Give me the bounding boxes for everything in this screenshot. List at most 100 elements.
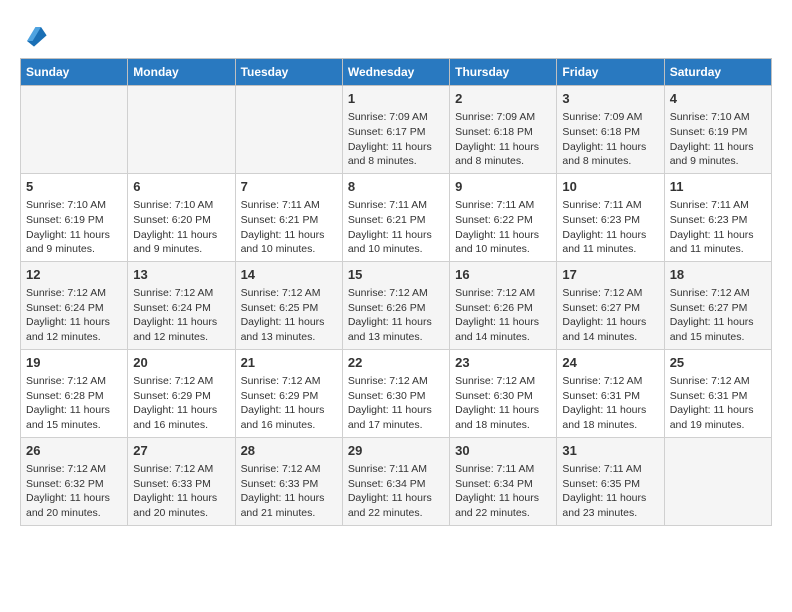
day-info: Sunrise: 7:12 AMSunset: 6:28 PMDaylight:… <box>26 374 122 433</box>
day-number: 13 <box>133 266 229 284</box>
day-number: 15 <box>348 266 444 284</box>
day-number: 16 <box>455 266 551 284</box>
day-info: Sunrise: 7:12 AMSunset: 6:29 PMDaylight:… <box>133 374 229 433</box>
day-info: Sunrise: 7:12 AMSunset: 6:33 PMDaylight:… <box>241 462 337 521</box>
weekday-header-saturday: Saturday <box>664 59 771 86</box>
day-number: 12 <box>26 266 122 284</box>
day-info: Sunrise: 7:11 AMSunset: 6:21 PMDaylight:… <box>348 198 444 257</box>
page-header <box>20 20 772 48</box>
day-number: 14 <box>241 266 337 284</box>
calendar-cell <box>21 86 128 174</box>
calendar-week-row: 12 Sunrise: 7:12 AMSunset: 6:24 PMDayligh… <box>21 261 772 349</box>
calendar-cell: 2Sunrise: 7:09 AMSunset: 6:18 PMDaylight… <box>450 86 557 174</box>
day-number: 9 <box>455 178 551 196</box>
calendar-cell: 13 Sunrise: 7:12 AMSunset: 6:24 PMDayligh… <box>128 261 235 349</box>
calendar-cell: 16 Sunrise: 7:12 AMSunset: 6:26 PMDayligh… <box>450 261 557 349</box>
calendar-cell: 1 Sunrise: 7:09 AMSunset: 6:17 PMDaylight… <box>342 86 449 174</box>
calendar-cell <box>664 437 771 525</box>
calendar-cell: 20 Sunrise: 7:12 AMSunset: 6:29 PMDayligh… <box>128 349 235 437</box>
day-number: 5 <box>26 178 122 196</box>
day-number: 10 <box>562 178 658 196</box>
day-number: 7 <box>241 178 337 196</box>
calendar-week-row: 5 Sunrise: 7:10 AMSunset: 6:19 PMDaylight… <box>21 173 772 261</box>
day-number: 17 <box>562 266 658 284</box>
day-number: 28 <box>241 442 337 460</box>
day-info: Sunrise: 7:11 AMSunset: 6:35 PMDaylight:… <box>562 462 658 521</box>
calendar-cell: 3 Sunrise: 7:09 AMSunset: 6:18 PMDaylight… <box>557 86 664 174</box>
calendar-cell: 6 Sunrise: 7:10 AMSunset: 6:20 PMDaylight… <box>128 173 235 261</box>
day-number: 1 <box>348 90 444 108</box>
calendar-cell: 7 Sunrise: 7:11 AMSunset: 6:21 PMDaylight… <box>235 173 342 261</box>
day-info: Sunrise: 7:11 AMSunset: 6:34 PMDaylight:… <box>455 462 551 521</box>
weekday-header-thursday: Thursday <box>450 59 557 86</box>
calendar-cell <box>235 86 342 174</box>
day-number: 19 <box>26 354 122 372</box>
weekday-header-monday: Monday <box>128 59 235 86</box>
day-number: 11 <box>670 178 766 196</box>
day-info: Sunrise: 7:12 AMSunset: 6:29 PMDaylight:… <box>241 374 337 433</box>
calendar-cell: 18 Sunrise: 7:12 AMSunset: 6:27 PMDayligh… <box>664 261 771 349</box>
calendar-week-row: 19 Sunrise: 7:12 AMSunset: 6:28 PMDayligh… <box>21 349 772 437</box>
calendar-cell: 17 Sunrise: 7:12 AMSunset: 6:27 PMDayligh… <box>557 261 664 349</box>
calendar-cell: 29 Sunrise: 7:11 AMSunset: 6:34 PMDayligh… <box>342 437 449 525</box>
day-number: 26 <box>26 442 122 460</box>
logo <box>20 20 50 48</box>
day-info: Sunrise: 7:12 AMSunset: 6:30 PMDaylight:… <box>455 374 551 433</box>
day-number: 27 <box>133 442 229 460</box>
day-number: 29 <box>348 442 444 460</box>
day-number: 2 <box>455 90 551 108</box>
calendar-cell: 15Sunrise: 7:12 AMSunset: 6:26 PMDayligh… <box>342 261 449 349</box>
calendar-cell <box>128 86 235 174</box>
logo-icon <box>20 20 48 48</box>
day-info: Sunrise: 7:12 AMSunset: 6:30 PMDaylight:… <box>348 374 444 433</box>
day-number: 30 <box>455 442 551 460</box>
calendar-week-row: 26 Sunrise: 7:12 AMSunset: 6:32 PMDayligh… <box>21 437 772 525</box>
day-info: Sunrise: 7:11 AMSunset: 6:21 PMDaylight:… <box>241 198 337 257</box>
calendar-cell: 8 Sunrise: 7:11 AMSunset: 6:21 PMDaylight… <box>342 173 449 261</box>
day-info: Sunrise: 7:11 AMSunset: 6:34 PMDaylight:… <box>348 462 444 521</box>
calendar-cell: 14 Sunrise: 7:12 AMSunset: 6:25 PMDayligh… <box>235 261 342 349</box>
calendar-cell: 11Sunrise: 7:11 AMSunset: 6:23 PMDayligh… <box>664 173 771 261</box>
day-number: 22 <box>348 354 444 372</box>
day-info: Sunrise: 7:10 AMSunset: 6:19 PMDaylight:… <box>26 198 122 257</box>
day-info: Sunrise: 7:12 AMSunset: 6:27 PMDaylight:… <box>670 286 766 345</box>
calendar-cell: 4Sunrise: 7:10 AMSunset: 6:19 PMDaylight… <box>664 86 771 174</box>
day-info: Sunrise: 7:12 AMSunset: 6:26 PMDaylight:… <box>455 286 551 345</box>
calendar-table: SundayMondayTuesdayWednesdayThursdayFrid… <box>20 58 772 526</box>
day-info: Sunrise: 7:12 AMSunset: 6:27 PMDaylight:… <box>562 286 658 345</box>
calendar-cell: 9 Sunrise: 7:11 AMSunset: 6:22 PMDaylight… <box>450 173 557 261</box>
day-number: 21 <box>241 354 337 372</box>
calendar-cell: 21 Sunrise: 7:12 AMSunset: 6:29 PMDayligh… <box>235 349 342 437</box>
day-info: Sunrise: 7:09 AMSunset: 6:18 PMDaylight:… <box>562 110 658 169</box>
day-info: Sunrise: 7:12 AMSunset: 6:31 PMDaylight:… <box>670 374 766 433</box>
day-info: Sunrise: 7:12 AMSunset: 6:32 PMDaylight:… <box>26 462 122 521</box>
day-info: Sunrise: 7:12 AMSunset: 6:25 PMDaylight:… <box>241 286 337 345</box>
day-number: 20 <box>133 354 229 372</box>
day-info: Sunrise: 7:12 AMSunset: 6:31 PMDaylight:… <box>562 374 658 433</box>
weekday-header-tuesday: Tuesday <box>235 59 342 86</box>
day-info: Sunrise: 7:12 AMSunset: 6:24 PMDaylight:… <box>133 286 229 345</box>
calendar-week-row: 1 Sunrise: 7:09 AMSunset: 6:17 PMDaylight… <box>21 86 772 174</box>
calendar-cell: 30 Sunrise: 7:11 AMSunset: 6:34 PMDayligh… <box>450 437 557 525</box>
day-info: Sunrise: 7:10 AMSunset: 6:20 PMDaylight:… <box>133 198 229 257</box>
calendar-cell: 22 Sunrise: 7:12 AMSunset: 6:30 PMDayligh… <box>342 349 449 437</box>
day-number: 3 <box>562 90 658 108</box>
calendar-cell: 12 Sunrise: 7:12 AMSunset: 6:24 PMDayligh… <box>21 261 128 349</box>
day-number: 23 <box>455 354 551 372</box>
calendar-cell: 10 Sunrise: 7:11 AMSunset: 6:23 PMDayligh… <box>557 173 664 261</box>
day-number: 8 <box>348 178 444 196</box>
day-info: Sunrise: 7:12 AMSunset: 6:33 PMDaylight:… <box>133 462 229 521</box>
day-number: 6 <box>133 178 229 196</box>
day-number: 18 <box>670 266 766 284</box>
calendar-cell: 24Sunrise: 7:12 AMSunset: 6:31 PMDayligh… <box>557 349 664 437</box>
calendar-cell: 28 Sunrise: 7:12 AMSunset: 6:33 PMDayligh… <box>235 437 342 525</box>
day-info: Sunrise: 7:11 AMSunset: 6:23 PMDaylight:… <box>562 198 658 257</box>
calendar-cell: 23 Sunrise: 7:12 AMSunset: 6:30 PMDayligh… <box>450 349 557 437</box>
weekday-header-row: SundayMondayTuesdayWednesdayThursdayFrid… <box>21 59 772 86</box>
day-number: 4 <box>670 90 766 108</box>
day-number: 25 <box>670 354 766 372</box>
day-info: Sunrise: 7:09 AMSunset: 6:17 PMDaylight:… <box>348 110 444 169</box>
day-info: Sunrise: 7:11 AMSunset: 6:22 PMDaylight:… <box>455 198 551 257</box>
calendar-cell: 26 Sunrise: 7:12 AMSunset: 6:32 PMDayligh… <box>21 437 128 525</box>
day-info: Sunrise: 7:12 AMSunset: 6:24 PMDaylight:… <box>26 286 122 345</box>
